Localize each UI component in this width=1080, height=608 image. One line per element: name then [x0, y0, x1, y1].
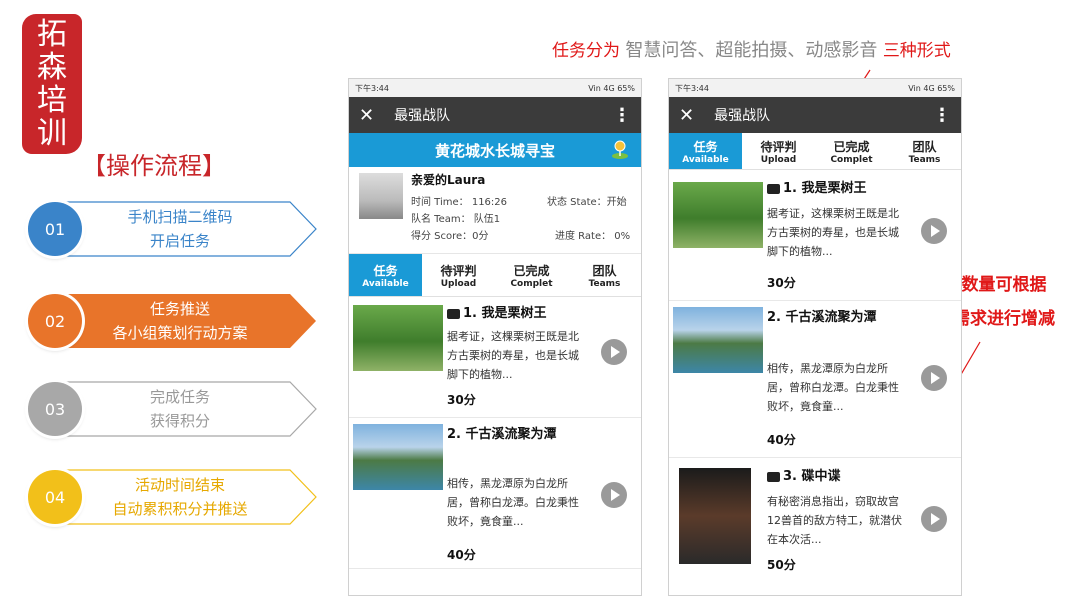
play-icon[interactable] — [921, 506, 947, 532]
play-icon[interactable] — [921, 365, 947, 391]
play-icon[interactable] — [601, 482, 627, 508]
status-bar: 下午3:44 Vin 4G 65% — [669, 79, 961, 97]
event-banner: 黄花城水长城寻宝 — [349, 133, 641, 167]
task-description: 有秘密消息指出，窃取故宫12兽首的敌方特工，就潜伏在本次活... — [767, 495, 902, 546]
task-item[interactable]: 1. 我是栗树王 据考证，这棵栗树王既是北方古栗树的寿星，也是长城脚下的植物..… — [669, 170, 961, 301]
task-tabs: 任务 Available 待评判 Upload 已完成 Complet 团队 T… — [669, 133, 961, 170]
tab-label: 任务 — [693, 139, 718, 154]
task-description: 相传，黑龙潭原为白龙所居，曾称白龙潭。白龙秉性败坏，竟食童... — [767, 362, 899, 413]
avatar — [359, 173, 403, 219]
task-points: 40分 — [447, 548, 476, 562]
play-icon[interactable] — [921, 218, 947, 244]
camera-icon — [767, 183, 780, 194]
tab-available[interactable]: 任务 Available — [669, 133, 742, 169]
camera-icon — [447, 308, 460, 319]
step-number-badge: 04 — [28, 470, 82, 524]
task-thumbnail — [673, 182, 763, 248]
task-title-text: 1. 我是栗树王 — [783, 181, 867, 196]
step-number-badge: 03 — [28, 382, 82, 436]
tab-sublabel: Complet — [830, 154, 873, 165]
app-title: 最强战队 — [394, 108, 451, 124]
task-title: 3. 碟中谍 — [767, 466, 917, 488]
task-description: 据考证，这棵栗树王既是北方古栗树的寿星，也是长城脚下的植物... — [447, 330, 579, 381]
status-time: 下午3:44 — [675, 83, 709, 93]
app-bar: ✕ 最强战队 ⋮ — [669, 97, 961, 133]
task-title: 1. 我是栗树王 — [767, 178, 917, 200]
tab-complete[interactable]: 已完成 Complet — [815, 133, 888, 169]
map-pin-icon[interactable] — [611, 139, 629, 159]
task-description: 据考证，这棵栗树王既是北方古栗树的寿星，也是长城脚下的植物... — [767, 207, 899, 258]
task-description: 相传，黑龙潭原为白龙所居，曾称白龙潭。白龙秉性败坏，竟食童... — [447, 477, 579, 528]
task-title: 2. 千古溪流聚为潭 — [767, 307, 917, 329]
score-stat: 得分 Score：0分 — [411, 231, 489, 242]
status-indicators: Vin 4G 65% — [908, 83, 955, 93]
task-thumbnail — [673, 307, 763, 373]
task-tabs: 任务 Available 待评判 Upload 已完成 Complet 团队 T… — [349, 254, 641, 297]
status-indicators: Vin 4G 65% — [588, 83, 635, 93]
video-icon — [767, 471, 780, 482]
task-item[interactable]: 2. 千古溪流聚为潭 相传，黑龙潭原为白龙所居，曾称白龙潭。白龙秉性败坏，竟食童… — [349, 418, 641, 569]
task-title-text: 2. 千古溪流聚为潭 — [447, 427, 557, 442]
event-title: 黄花城水长城寻宝 — [434, 141, 555, 160]
tab-sublabel: Available — [362, 278, 409, 289]
tab-sublabel: Upload — [440, 278, 477, 289]
task-title-text: 3. 碟中谍 — [783, 469, 841, 484]
time-stat: 时间 Time： 116:26 — [411, 197, 508, 208]
task-thumbnail — [353, 305, 443, 371]
tab-label: 任务 — [373, 263, 398, 278]
team-profile: 亲爱的Laura 时间 Time： 116:26 状态 State：开始 队名 … — [349, 167, 641, 254]
tab-available[interactable]: 任务 Available — [349, 254, 422, 296]
player-name: 亲爱的Laura — [411, 173, 486, 187]
more-menu-icon[interactable]: ⋮ — [933, 105, 951, 126]
tab-label: 待评判 — [440, 263, 477, 278]
task-points: 30分 — [447, 393, 476, 407]
tab-teams[interactable]: 团队 Teams — [568, 254, 641, 296]
close-icon[interactable]: ✕ — [359, 105, 374, 126]
task-title: 2. 千古溪流聚为潭 — [447, 424, 597, 446]
phone-screen-2: 下午3:44 Vin 4G 65% ✕ 最强战队 ⋮ 任务 Available … — [668, 78, 962, 596]
tab-sublabel: Teams — [908, 154, 941, 165]
play-icon[interactable] — [601, 339, 627, 365]
tab-upload[interactable]: 待评判 Upload — [742, 133, 815, 169]
phone-screen-1: 下午3:44 Vin 4G 65% ✕ 最强战队 ⋮ 黄花城水长城寻宝 亲爱的L… — [348, 78, 642, 596]
tab-complete[interactable]: 已完成 Complet — [495, 254, 568, 296]
tab-label: 待评判 — [760, 139, 797, 154]
step-number-badge: 02 — [28, 294, 82, 348]
tab-label: 团队 — [592, 263, 617, 278]
tab-sublabel: Teams — [588, 278, 621, 289]
step-number-badge: 01 — [28, 202, 82, 256]
task-title: 1. 我是栗树王 — [447, 303, 597, 325]
app-bar: ✕ 最强战队 ⋮ — [349, 97, 641, 133]
task-item[interactable]: 2. 千古溪流聚为潭 相传，黑龙潭原为白龙所居，曾称白龙潭。白龙秉性败坏，竟食童… — [669, 301, 961, 458]
task-points: 50分 — [767, 558, 796, 572]
tab-teams[interactable]: 团队 Teams — [888, 133, 961, 169]
task-item[interactable]: 1. 我是栗树王 据考证，这棵栗树王既是北方古栗树的寿星，也是长城脚下的植物..… — [349, 297, 641, 418]
tab-label: 团队 — [912, 139, 937, 154]
rate-stat: 进度 Rate： 0% — [555, 231, 631, 242]
tab-label: 已完成 — [833, 139, 870, 154]
status-bar: 下午3:44 Vin 4G 65% — [349, 79, 641, 97]
task-item[interactable]: 3. 碟中谍 有秘密消息指出，窃取故宫12兽首的敌方特工，就潜伏在本次活... … — [669, 458, 961, 595]
task-title-text: 1. 我是栗树王 — [463, 306, 547, 321]
team-stat: 队名 Team： 队伍1 — [411, 214, 501, 225]
status-time: 下午3:44 — [355, 83, 389, 93]
task-thumbnail — [353, 424, 443, 490]
close-icon[interactable]: ✕ — [679, 105, 694, 126]
state-stat: 状态 State：开始 — [547, 197, 627, 208]
tab-sublabel: Available — [682, 154, 729, 165]
task-points: 30分 — [767, 276, 796, 290]
task-thumbnail — [679, 468, 751, 564]
tab-sublabel: Upload — [760, 154, 797, 165]
app-title: 最强战队 — [714, 108, 771, 124]
more-menu-icon[interactable]: ⋮ — [613, 105, 631, 126]
task-title-text: 2. 千古溪流聚为潭 — [767, 310, 877, 325]
tab-upload[interactable]: 待评判 Upload — [422, 254, 495, 296]
tab-sublabel: Complet — [510, 278, 553, 289]
tab-label: 已完成 — [513, 263, 550, 278]
task-points: 40分 — [767, 433, 796, 447]
